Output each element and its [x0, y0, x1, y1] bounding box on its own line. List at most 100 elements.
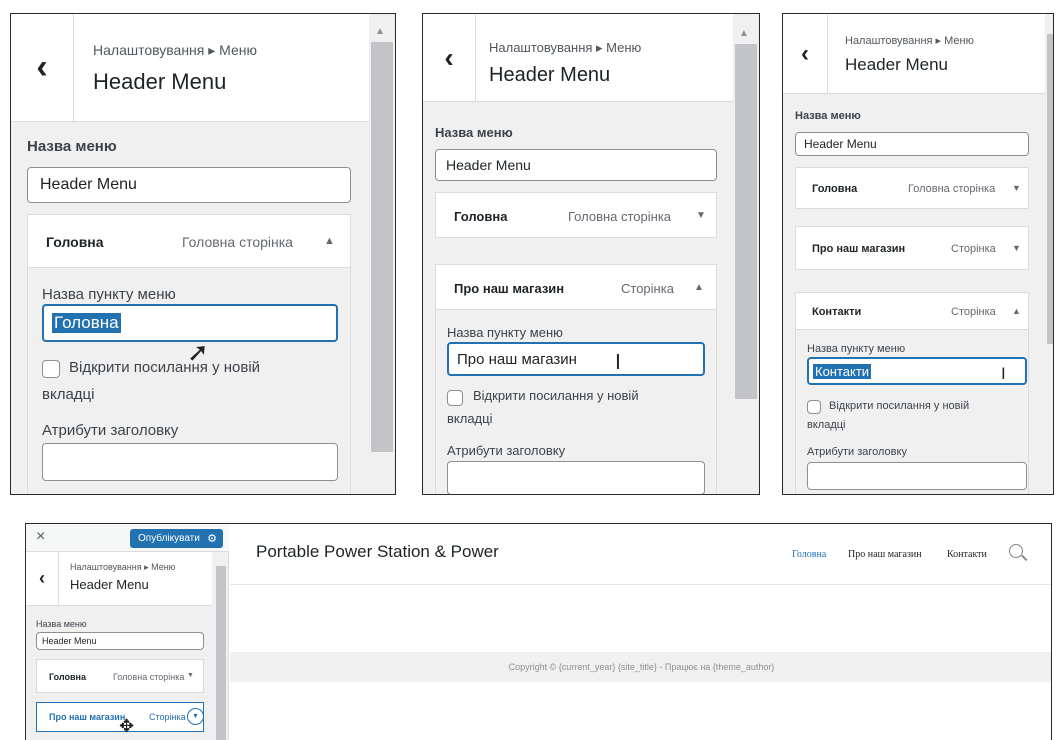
menu-item-home[interactable]: Головна Головна сторінка ▲	[27, 214, 351, 268]
back-icon: ‹	[39, 568, 45, 588]
search-icon-handle	[1021, 554, 1028, 561]
menu-name-label: Назва меню	[795, 110, 861, 122]
new-tab-checkbox[interactable]	[807, 400, 821, 414]
item-name-input[interactable]: Про наш магазин	[447, 342, 705, 376]
menu-item-home[interactable]: Головна Головна сторінка ▼	[36, 659, 204, 693]
new-tab-label-2: вкладці	[807, 419, 846, 431]
back-icon: ‹	[36, 48, 48, 86]
menu-item-home[interactable]: Головна Головна сторінка ▼	[435, 192, 717, 238]
gear-icon[interactable]: ⚙	[207, 532, 217, 545]
chevron-up-icon[interactable]: ▲	[1012, 306, 1021, 316]
back-icon: ‹	[444, 41, 454, 73]
item-type: Головна сторінка	[182, 234, 293, 250]
chevron-down-icon[interactable]: ▼	[187, 672, 194, 679]
item-title: Про наш магазин	[49, 712, 126, 722]
site-title[interactable]: Portable Power Station & Power	[256, 542, 499, 562]
new-tab-label-2: вкладці	[447, 411, 493, 426]
item-title: Контакти	[812, 306, 862, 318]
item-name-input[interactable]: Контакти	[807, 357, 1027, 385]
nav-item-about[interactable]: Про наш магазин	[848, 549, 922, 560]
scrollbar-thumb[interactable]	[1047, 34, 1053, 344]
panel-header: ‹ Налаштовування ▸ Меню Header Menu	[783, 14, 1045, 94]
publish-label: Опублікувати	[138, 533, 200, 544]
back-button[interactable]: ‹	[423, 14, 476, 101]
title-attr-input[interactable]	[807, 462, 1027, 490]
breadcrumb: Налаштовування ▸ Меню	[93, 42, 258, 58]
item-name-label: Назва пункту меню	[807, 343, 906, 355]
customizer-panel-1: ‹ Налаштовування ▸ Меню Header Menu Назв…	[10, 13, 396, 495]
menu-item-about[interactable]: Про наш магазин Сторінка ▼	[795, 226, 1029, 270]
menu-name-label: Назва меню	[435, 125, 513, 140]
back-button[interactable]: ‹	[11, 14, 74, 121]
item-title: Головна	[46, 234, 104, 250]
move-cursor-icon: ✥	[119, 716, 135, 737]
nav-item-contacts[interactable]: Контакти	[947, 549, 987, 560]
scroll-up-icon[interactable]: ▲	[739, 28, 749, 39]
new-tab-label-1: Відкрити посилання у новій	[829, 400, 970, 412]
title-attr-label: Атрибути заголовку	[447, 443, 566, 458]
menu-name-input[interactable]: Header Menu	[435, 149, 717, 181]
item-title: Головна	[49, 672, 86, 682]
publish-button[interactable]: Опублікувати ⚙	[130, 529, 223, 548]
nav-item-home[interactable]: Головна	[792, 549, 826, 560]
menu-item-about[interactable]: Про наш магазин Сторінка ▲	[435, 264, 717, 310]
header-divider	[230, 584, 1051, 585]
section-title: Header Menu	[70, 577, 149, 592]
menu-name-input[interactable]: Header Menu	[795, 132, 1029, 156]
item-title: Про наш магазин	[812, 243, 906, 255]
item-title: Про наш магазин	[454, 281, 565, 296]
scrollbar-thumb[interactable]	[371, 42, 393, 452]
customizer-full-view: × Опублікувати ⚙ ‹ Налаштовування ▸ Меню…	[25, 523, 1052, 740]
section-title: Header Menu	[845, 55, 949, 74]
section-title: Header Menu	[489, 64, 611, 86]
breadcrumb: Налаштовування ▸ Меню	[845, 35, 974, 47]
chevron-down-icon[interactable]: ▼	[1012, 183, 1021, 193]
breadcrumb: Налаштовування ▸ Меню	[489, 40, 642, 55]
menu-name-input[interactable]: Header Menu	[36, 632, 204, 650]
item-title: Головна	[454, 209, 508, 224]
chevron-up-icon[interactable]: ▲	[324, 235, 335, 247]
item-name-input[interactable]: Головна	[42, 304, 338, 342]
menu-name-label: Назва меню	[36, 619, 87, 629]
item-type: Сторінка	[621, 281, 674, 296]
chevron-down-icon[interactable]: ▼	[696, 210, 706, 221]
item-type: Сторінка	[951, 306, 996, 318]
text-cursor-icon: I	[615, 350, 621, 374]
item-name-label: Назва пункту меню	[42, 286, 176, 303]
title-attr-input[interactable]	[42, 443, 338, 481]
back-button[interactable]: ‹	[783, 14, 828, 93]
scroll-up-icon[interactable]: ▲	[375, 26, 385, 37]
menu-item-contacts[interactable]: Контакти Сторінка ▲	[795, 292, 1029, 330]
close-icon[interactable]: ×	[36, 528, 45, 546]
new-tab-label-1: Відкрити посилання у новій	[473, 388, 639, 403]
customizer-panel-3: ‹ Налаштовування ▸ Меню Header Menu Назв…	[782, 13, 1054, 495]
item-title: Головна	[812, 183, 858, 195]
item-type: Головна сторінка	[113, 672, 185, 682]
new-tab-checkbox[interactable]	[447, 390, 463, 406]
chevron-down-icon[interactable]: ▼	[187, 708, 204, 725]
text-cursor-icon: I	[1001, 364, 1006, 383]
menu-name-label: Назва меню	[27, 138, 117, 155]
item-type: Сторінка	[951, 243, 996, 255]
item-type: Сторінка	[149, 712, 186, 722]
scrollbar-thumb[interactable]	[735, 44, 757, 399]
item-name-value: Контакти	[813, 363, 872, 379]
new-tab-checkbox[interactable]	[42, 360, 60, 378]
new-tab-label-2: вкладці	[42, 386, 95, 403]
chevron-down-icon[interactable]: ▼	[1012, 243, 1021, 253]
panel-header: ‹ Налаштовування ▸ Меню Header Menu	[26, 552, 212, 606]
menu-name-input[interactable]: Header Menu	[27, 167, 351, 203]
chevron-up-icon[interactable]: ▲	[694, 282, 704, 293]
scrollbar-thumb[interactable]	[216, 566, 226, 740]
footer-text: Copyright © {current_year} {site_title} …	[508, 662, 775, 672]
site-footer: Copyright © {current_year} {site_title} …	[230, 652, 1051, 682]
menu-item-home[interactable]: Головна Головна сторінка ▼	[795, 167, 1029, 209]
item-name-value: Головна	[52, 313, 121, 333]
title-attr-input[interactable]	[447, 461, 705, 494]
back-button[interactable]: ‹	[26, 552, 59, 605]
panel-header: ‹ Налаштовування ▸ Меню Header Menu	[11, 14, 369, 122]
mouse-cursor-icon: ➚	[187, 338, 209, 368]
item-type: Головна сторінка	[908, 183, 996, 195]
back-icon: ‹	[801, 39, 809, 67]
title-attr-label: Атрибути заголовку	[807, 446, 907, 458]
